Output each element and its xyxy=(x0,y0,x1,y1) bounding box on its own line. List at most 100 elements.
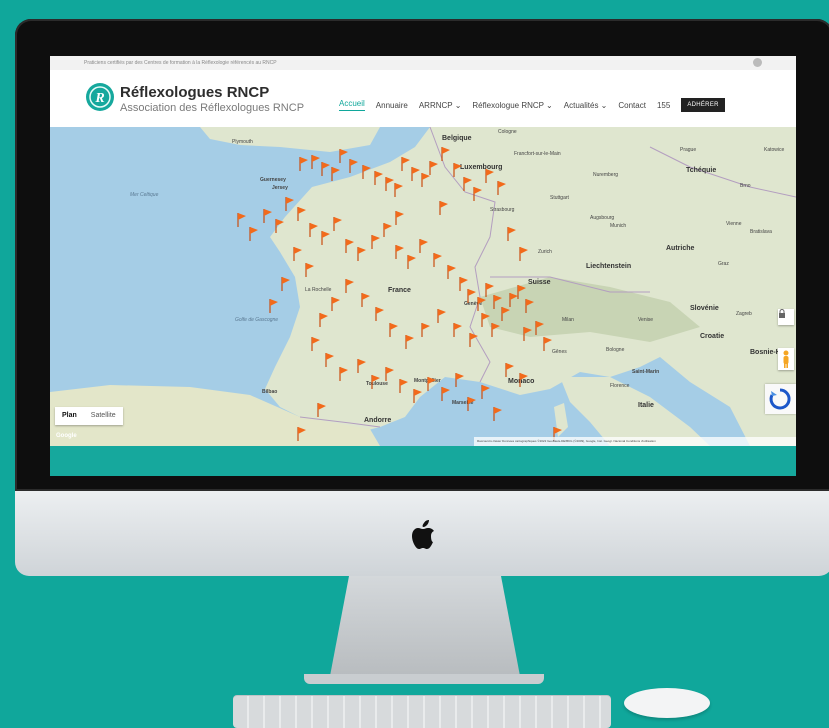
member-pin-icon[interactable] xyxy=(371,235,380,249)
member-pin-icon[interactable] xyxy=(485,283,494,297)
member-pin-icon[interactable] xyxy=(357,247,366,261)
member-pin-icon[interactable] xyxy=(493,407,502,421)
nav-item-arrncp[interactable]: ARRNCP ⌄ xyxy=(419,101,462,110)
user-icon[interactable] xyxy=(753,58,762,67)
member-pin-icon[interactable] xyxy=(331,297,340,311)
member-pin-icon[interactable] xyxy=(543,337,552,351)
member-pin-icon[interactable] xyxy=(311,155,320,169)
map-type-satellite-button[interactable]: Satellite xyxy=(84,407,123,425)
member-pin-icon[interactable] xyxy=(321,162,330,176)
member-pin-icon[interactable] xyxy=(413,389,422,403)
member-pin-icon[interactable] xyxy=(519,247,528,261)
member-pin-icon[interactable] xyxy=(269,299,278,313)
member-pin-icon[interactable] xyxy=(467,289,476,303)
member-pin-icon[interactable] xyxy=(427,377,436,391)
member-pin-icon[interactable] xyxy=(333,217,342,231)
nav-item-accueil[interactable]: Accueil xyxy=(339,99,365,111)
member-pin-icon[interactable] xyxy=(421,173,430,187)
member-pin-icon[interactable] xyxy=(385,177,394,191)
member-pin-icon[interactable] xyxy=(331,167,340,181)
member-pin-icon[interactable] xyxy=(371,375,380,389)
nav-item-contact[interactable]: Contact xyxy=(618,101,646,110)
member-pin-icon[interactable] xyxy=(523,327,532,341)
member-pin-icon[interactable] xyxy=(485,169,494,183)
member-pin-icon[interactable] xyxy=(505,363,514,377)
nav-item-actualites[interactable]: Actualités ⌄ xyxy=(564,101,608,110)
member-pin-icon[interactable] xyxy=(339,367,348,381)
member-pin-icon[interactable] xyxy=(399,379,408,393)
member-pin-icon[interactable] xyxy=(339,149,348,163)
member-pin-icon[interactable] xyxy=(345,279,354,293)
member-pin-icon[interactable] xyxy=(285,197,294,211)
member-pin-icon[interactable] xyxy=(481,385,490,399)
member-pin-icon[interactable] xyxy=(321,231,330,245)
member-pin-icon[interactable] xyxy=(345,239,354,253)
member-pin-icon[interactable] xyxy=(429,161,438,175)
nav-item-annuaire[interactable]: Annuaire xyxy=(376,101,408,110)
member-pin-icon[interactable] xyxy=(433,253,442,267)
member-pin-icon[interactable] xyxy=(501,307,510,321)
member-pin-icon[interactable] xyxy=(469,333,478,347)
logo-icon[interactable]: R xyxy=(85,82,115,112)
member-pin-icon[interactable] xyxy=(467,397,476,411)
member-pin-icon[interactable] xyxy=(374,171,383,185)
member-pin-icon[interactable] xyxy=(293,247,302,261)
member-pin-icon[interactable] xyxy=(357,359,366,373)
member-pin-icon[interactable] xyxy=(509,293,518,307)
member-pin-icon[interactable] xyxy=(473,187,482,201)
map-attribution[interactable]: Raccourcis clavier Données cartographiqu… xyxy=(474,437,796,446)
lock-icon[interactable] xyxy=(778,309,794,325)
member-pin-icon[interactable] xyxy=(275,219,284,233)
member-pin-icon[interactable] xyxy=(361,293,370,307)
member-pin-icon[interactable] xyxy=(421,323,430,337)
member-pin-icon[interactable] xyxy=(362,165,371,179)
member-pin-icon[interactable] xyxy=(455,373,464,387)
member-pin-icon[interactable] xyxy=(411,167,420,181)
member-pin-icon[interactable] xyxy=(309,223,318,237)
member-pin-icon[interactable] xyxy=(525,299,534,313)
member-pin-icon[interactable] xyxy=(437,309,446,323)
member-pin-icon[interactable] xyxy=(325,353,334,367)
member-pin-icon[interactable] xyxy=(281,277,290,291)
member-pin-icon[interactable] xyxy=(441,147,450,161)
member-pin-icon[interactable] xyxy=(481,313,490,327)
member-pin-icon[interactable] xyxy=(237,213,246,227)
member-pin-icon[interactable] xyxy=(383,223,392,237)
member-pin-icon[interactable] xyxy=(311,337,320,351)
member-pin-icon[interactable] xyxy=(419,239,428,253)
member-pin-icon[interactable] xyxy=(517,285,526,299)
member-pin-icon[interactable] xyxy=(493,295,502,309)
member-pin-icon[interactable] xyxy=(477,297,486,311)
member-pin-icon[interactable] xyxy=(497,181,506,195)
member-pin-icon[interactable] xyxy=(407,255,416,269)
member-pin-icon[interactable] xyxy=(401,157,410,171)
member-pin-icon[interactable] xyxy=(519,373,528,387)
member-pin-icon[interactable] xyxy=(439,201,448,215)
member-pin-icon[interactable] xyxy=(459,277,468,291)
member-pin-icon[interactable] xyxy=(395,211,404,225)
recaptcha-badge-icon[interactable] xyxy=(765,384,796,414)
adherer-button[interactable]: ADHÉRER xyxy=(681,98,725,112)
member-pin-icon[interactable] xyxy=(453,323,462,337)
nav-item-reflexologue-rncp[interactable]: Réflexologue RNCP ⌄ xyxy=(472,101,552,110)
member-pin-icon[interactable] xyxy=(297,207,306,221)
member-pin-icon[interactable] xyxy=(375,307,384,321)
nav-phone[interactable]: 155 xyxy=(657,101,670,110)
member-pin-icon[interactable] xyxy=(453,163,462,177)
member-pin-icon[interactable] xyxy=(317,403,326,417)
member-pin-icon[interactable] xyxy=(305,263,314,277)
member-pin-icon[interactable] xyxy=(249,227,258,241)
site-title[interactable]: Réflexologues RNCP xyxy=(120,84,269,101)
member-pin-icon[interactable] xyxy=(491,323,500,337)
member-pin-icon[interactable] xyxy=(389,323,398,337)
member-pin-icon[interactable] xyxy=(263,209,272,223)
member-pin-icon[interactable] xyxy=(385,367,394,381)
member-pin-icon[interactable] xyxy=(405,335,414,349)
member-pin-icon[interactable] xyxy=(299,157,308,171)
member-pin-icon[interactable] xyxy=(319,313,328,327)
member-pin-icon[interactable] xyxy=(447,265,456,279)
member-pin-icon[interactable] xyxy=(395,245,404,259)
map-type-plan-button[interactable]: Plan xyxy=(55,407,84,425)
member-pin-icon[interactable] xyxy=(441,387,450,401)
member-pin-icon[interactable] xyxy=(463,177,472,191)
